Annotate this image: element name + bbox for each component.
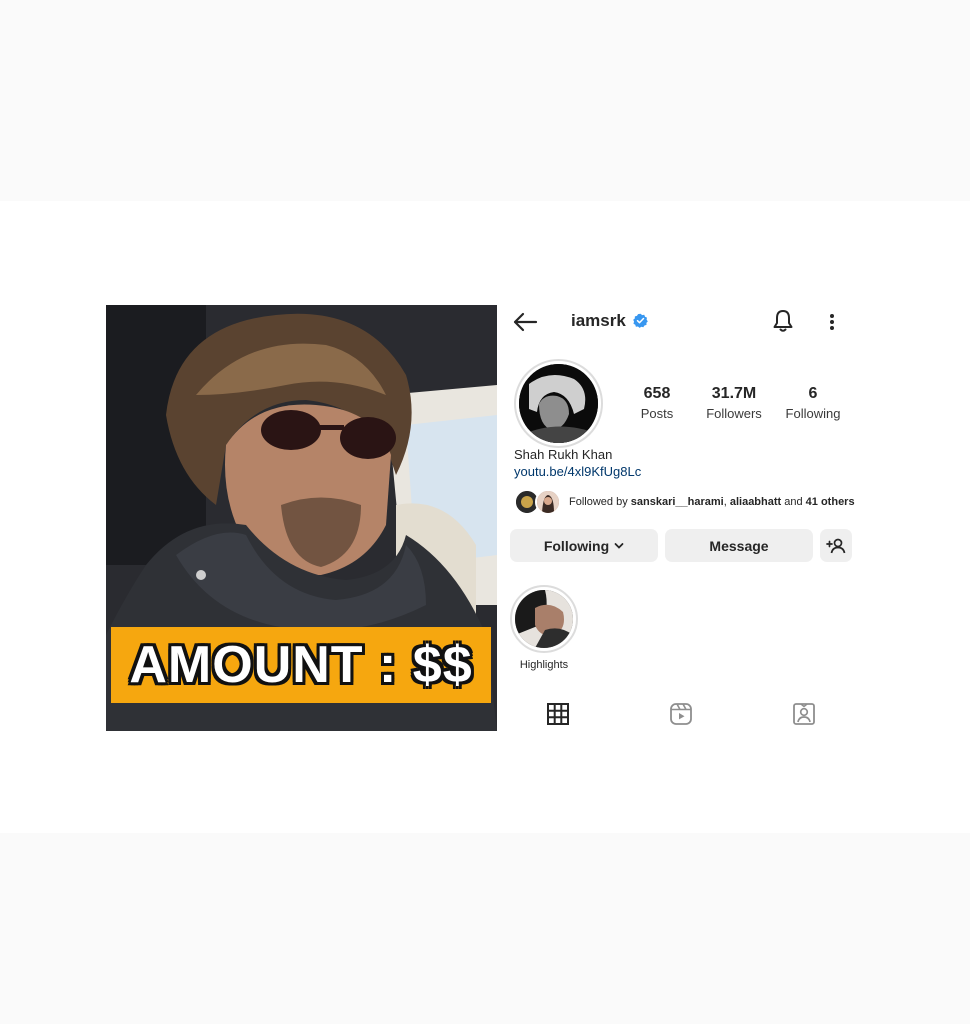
highlight-bubble[interactable] [510, 585, 578, 653]
followed-by-row[interactable]: Followed by sanskari__harami, aliaabhatt… [514, 489, 864, 515]
followed-by-text: Followed by sanskari__harami, aliaabhatt… [569, 496, 855, 508]
followers-stat[interactable]: 31.7M Followers [703, 385, 765, 421]
mutual-others[interactable]: 41 others [806, 496, 855, 508]
amount-text: AMOUNT : $$ [129, 636, 473, 694]
profile-avatar[interactable] [514, 359, 603, 448]
following-count: 6 [808, 385, 818, 402]
message-button[interactable]: Message [665, 529, 813, 562]
chevron-down-icon [614, 542, 624, 549]
mutual-avatar [535, 489, 561, 515]
posts-stat[interactable]: 658 Posts [636, 385, 678, 421]
profile-username: iamsrk [571, 311, 626, 330]
highlight-label: Highlights [519, 659, 569, 671]
following-button[interactable]: Following [510, 529, 658, 562]
grid-icon[interactable] [545, 701, 571, 727]
amount-banner: AMOUNT : $$ [111, 627, 491, 703]
posts-label: Posts [640, 406, 674, 421]
more-icon[interactable] [822, 310, 842, 334]
followers-count: 31.7M [711, 385, 757, 402]
tagged-icon[interactable] [791, 701, 817, 727]
add-user-icon [826, 538, 846, 553]
following-button-label: Following [543, 537, 610, 554]
profile-full-name: Shah Rukh Khan [514, 447, 613, 462]
following-stat[interactable]: 6 Following [782, 385, 844, 421]
followers-label: Followers [706, 406, 762, 421]
bell-icon[interactable] [770, 308, 796, 334]
mutual-user-2[interactable]: aliaabhatt [730, 496, 781, 508]
reels-icon[interactable] [668, 701, 694, 727]
mutual-user-1[interactable]: sanskari__harami [631, 496, 724, 508]
following-label: Following [785, 406, 841, 421]
verified-icon [633, 313, 648, 328]
highlight-image [515, 590, 573, 648]
back-arrow-icon[interactable] [512, 311, 538, 333]
instagram-profile: iamsrk 658 Posts 31.7M Followers 6 Follo… [498, 305, 866, 731]
posts-count: 658 [643, 385, 671, 402]
avatar-image [519, 364, 598, 443]
message-button-label: Message [709, 537, 769, 554]
top-bar: iamsrk [498, 305, 866, 339]
add-user-button[interactable] [820, 529, 852, 562]
thumbnail-photo: AMOUNT : $$ [106, 305, 497, 731]
profile-link[interactable]: youtu.be/4xl9KfUg8Lc [514, 464, 641, 479]
